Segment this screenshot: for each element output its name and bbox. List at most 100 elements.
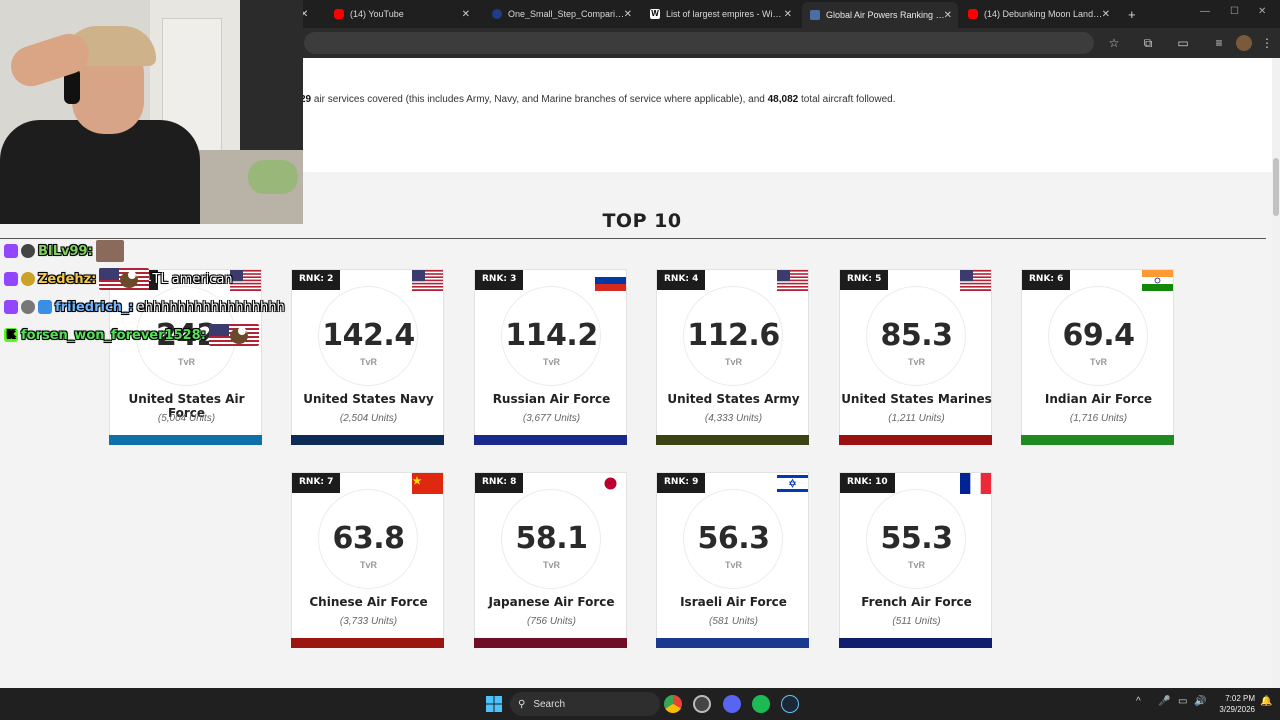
section-divider [0,238,1266,239]
service-name: United States Army [667,392,800,406]
score-unit: TvR [907,357,925,367]
ranking-card-6[interactable]: RNK: 6 69.4 TvR Indian Air Force (1,716 … [1021,269,1174,445]
new-tab-button[interactable]: + [1120,4,1140,24]
tab-comparison[interactable]: One_Small_Step_Comparison_2 ✕ [484,4,638,24]
steam-alt-icon[interactable] [693,695,711,713]
service-name: Russian Air Force [492,392,611,406]
service-name: Japanese Air Force [488,595,615,609]
service-name: United States Navy [303,392,434,406]
color-bar [474,638,627,648]
discord-icon[interactable] [723,695,741,713]
taskbar-clock[interactable]: 7:02 PM 3/29/2026 [1213,693,1255,715]
extensions-icon[interactable]: ⧉ [1140,35,1156,51]
menu-dots-icon[interactable]: ⋮ [1259,35,1275,51]
tab-youtube[interactable]: (14) YouTube ✕ [326,4,476,24]
unit-count: (3,733 Units) [339,616,398,627]
user-badge-icon [21,272,35,286]
chat-message: friiedrich_: ehhhhhhhhhhhhhhhhh [4,296,285,318]
ranking-card-8[interactable]: RNK: 8 58.1 TvR Japanese Air Force (756 … [474,472,627,648]
score: 142.4 [322,318,415,353]
youtube-icon [968,9,978,19]
scrollbar-thumb[interactable] [1273,158,1279,216]
tab-moon-landing[interactable]: (14) Debunking Moon Landing ✕ [960,4,1116,24]
unit-count: (4,333 Units) [704,413,763,424]
chat-message: Zedehz: TL american [4,268,233,290]
window-close-icon[interactable]: ✕ [1258,6,1266,17]
webcam-dark-panel [240,0,303,160]
score-unit: TvR [359,357,377,367]
us-flag-icon [412,270,443,291]
score: 112.6 [687,318,780,353]
notification-icon[interactable]: 🔔 [1260,696,1272,707]
service-name: Israeli Air Force [680,595,787,609]
us-flag-icon [230,270,261,291]
france-flag-icon [960,473,991,494]
rank-badge: RNK: 8 [475,473,524,493]
unit-count: (1,716 Units) [1069,413,1128,424]
russia-flag-icon [595,270,626,291]
tray-chevron-icon[interactable]: ^ [1136,696,1141,707]
service-name: French Air Force [861,595,972,609]
score-unit: TvR [542,357,560,367]
cast-icon[interactable]: ▭ [1175,35,1191,51]
media-icon[interactable]: ≡ [1211,35,1227,51]
close-icon[interactable]: ✕ [784,9,792,20]
twitch-badge-icon [4,272,18,286]
close-icon[interactable]: ✕ [1102,9,1110,20]
color-bar [474,435,627,445]
youtube-icon [334,9,344,19]
tab-wikipedia[interactable]: W List of largest empires - Wikipe ✕ [642,4,798,24]
rank-badge: RNK: 9 [657,473,706,493]
close-icon[interactable]: ✕ [944,10,952,21]
color-bar [109,435,262,445]
rank-badge: RNK: 10 [840,473,895,493]
maximize-icon[interactable]: ☐ [1230,6,1239,17]
rank-badge: RNK: 6 [1022,270,1071,290]
spotify-icon[interactable] [752,695,770,713]
rank-badge: RNK: 5 [840,270,889,290]
us-flag-icon [777,270,808,291]
service-name: United States Marines [841,392,992,406]
twitch-badge-icon [4,244,18,258]
color-bar [839,435,992,445]
airplane-icon [810,10,820,20]
unit-count: (3,677 Units) [522,413,581,424]
ranking-card-3[interactable]: RNK: 3 114.2 TvR Russian Air Force (3,67… [474,269,627,445]
score: 58.1 [515,521,588,556]
us-flag-icon [960,270,991,291]
profile-avatar[interactable] [1236,35,1252,51]
taskbar-search[interactable]: ⚲ Search [510,692,660,716]
tab-air-powers[interactable]: Global Air Powers Ranking (202 ✕ [802,2,958,28]
search-icon: ⚲ [518,698,526,710]
service-name: Indian Air Force [1044,392,1153,406]
volume-icon[interactable]: 🔊 [1194,696,1206,707]
score-unit: TvR [724,357,742,367]
close-icon[interactable]: ✕ [624,9,632,20]
close-icon[interactable]: ✕ [462,9,470,20]
bookmark-star-icon[interactable]: ☆ [1106,35,1122,51]
ranking-card-2[interactable]: RNK: 2 142.4 TvR United States Navy (2,5… [291,269,444,445]
user-badge-icon [21,244,35,258]
ranking-card-7[interactable]: RNK: 7 63.8 TvR Chinese Air Force (3,733… [291,472,444,648]
color-bar [291,638,444,648]
score: 55.3 [880,521,953,556]
network-icon[interactable]: ▭ [1178,696,1187,707]
unit-count: (2,504 Units) [339,413,398,424]
minimize-icon[interactable]: — [1200,6,1210,17]
steam-icon[interactable] [781,695,799,713]
page-scrollbar[interactable] [1272,58,1280,688]
score-unit: TvR [359,560,377,570]
ranking-card-5[interactable]: RNK: 5 85.3 TvR United States Marines (1… [839,269,992,445]
address-bar[interactable] [304,32,1094,54]
unit-count: (511 Units) [892,616,941,627]
intro-text: 29 air services covered (this includes A… [300,94,896,105]
eagle-flag-emote-icon [208,324,259,346]
windows-start-icon[interactable] [486,696,502,712]
unit-count: (581 Units) [709,616,758,627]
score: 114.2 [505,318,598,353]
chrome-icon[interactable] [664,695,682,713]
ranking-card-10[interactable]: RNK: 10 55.3 TvR French Air Force (511 U… [839,472,992,648]
ranking-card-4[interactable]: RNK: 4 112.6 TvR United States Army (4,3… [656,269,809,445]
ranking-card-9[interactable]: RNK: 9 56.3 TvR Israeli Air Force (581 U… [656,472,809,648]
microphone-icon[interactable]: 🎤 [1158,696,1170,707]
